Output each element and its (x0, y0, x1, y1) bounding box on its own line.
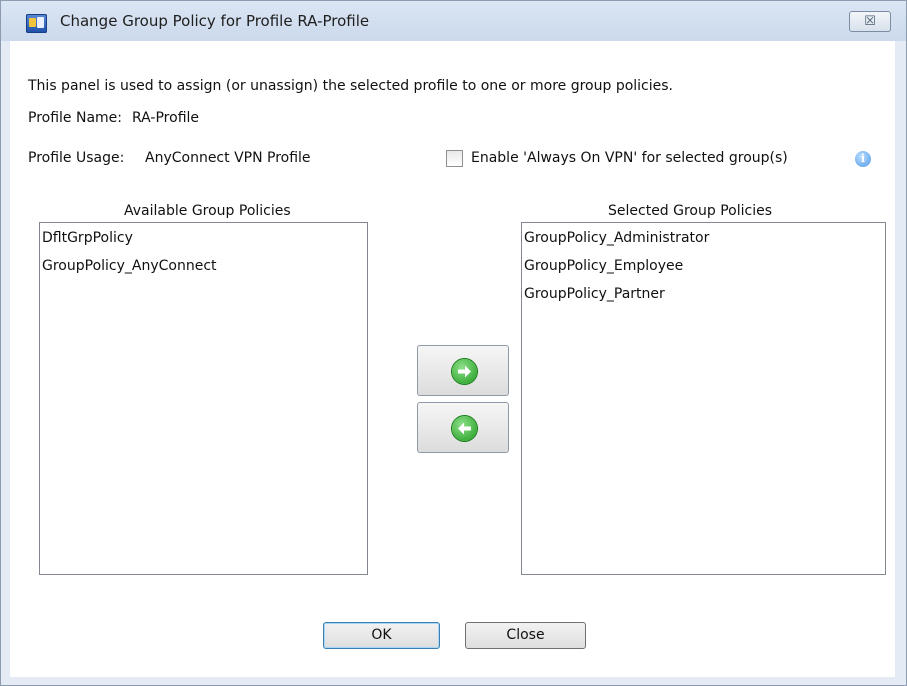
panel-description: This panel is used to assign (or unassig… (28, 78, 674, 94)
list-item[interactable]: GroupPolicy_AnyConnect (42, 258, 217, 274)
always-on-vpn-checkbox[interactable] (446, 150, 463, 167)
info-icon[interactable]: i (855, 151, 871, 167)
always-on-vpn-label[interactable]: Enable 'Always On VPN' for selected grou… (471, 150, 788, 166)
close-icon: ☒ (864, 14, 876, 29)
remove-policy-button[interactable] (417, 402, 509, 453)
profile-usage-label: Profile Usage: (28, 150, 125, 166)
close-button[interactable]: Close (465, 622, 586, 649)
arrow-right-icon (452, 359, 477, 384)
title-bar[interactable]: Change Group Policy for Profile RA-Profi… (1, 1, 906, 41)
list-item[interactable]: GroupPolicy_Employee (524, 258, 683, 274)
dialog-window: Change Group Policy for Profile RA-Profi… (0, 0, 907, 686)
available-policies-header: Available Group Policies (124, 203, 291, 219)
window-title: Change Group Policy for Profile RA-Profi… (60, 12, 370, 30)
selected-policies-list[interactable]: GroupPolicy_Administrator GroupPolicy_Em… (521, 222, 886, 575)
dialog-content: This panel is used to assign (or unassig… (10, 41, 895, 677)
profile-usage-value: AnyConnect VPN Profile (145, 150, 311, 166)
add-policy-button[interactable] (417, 345, 509, 396)
list-item[interactable]: GroupPolicy_Partner (524, 286, 665, 302)
app-icon (26, 14, 47, 33)
list-item[interactable]: DfltGrpPolicy (42, 230, 133, 246)
profile-name-label: Profile Name: (28, 110, 123, 126)
selected-policies-header: Selected Group Policies (608, 203, 772, 219)
profile-name-value: RA-Profile (132, 110, 200, 126)
list-item[interactable]: GroupPolicy_Administrator (524, 230, 709, 246)
arrow-left-icon (452, 416, 477, 441)
available-policies-list[interactable]: DfltGrpPolicy GroupPolicy_AnyConnect (39, 222, 368, 575)
ok-button[interactable]: OK (323, 622, 440, 649)
close-window-button[interactable]: ☒ (849, 11, 891, 32)
